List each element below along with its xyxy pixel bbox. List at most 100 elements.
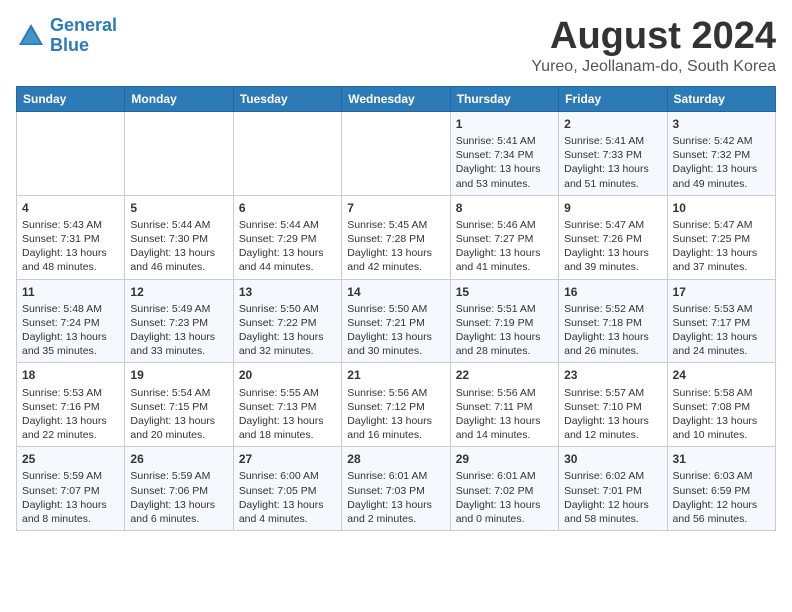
calendar-cell: 30Sunrise: 6:02 AMSunset: 7:01 PMDayligh…	[559, 447, 667, 531]
calendar-cell: 18 Sunrise: 5:53 AMSunset: 7:16 PMDayligh…	[17, 363, 125, 447]
calendar-week-row: 25Sunrise: 5:59 AMSunset: 7:07 PMDayligh…	[17, 447, 776, 531]
logo-icon	[16, 21, 46, 51]
day-info: Daylight: 13 hours	[673, 246, 770, 260]
day-info: Sunrise: 5:41 AM	[564, 134, 661, 148]
calendar-cell: 6Sunrise: 5:44 AMSunset: 7:29 PMDaylight…	[233, 195, 341, 279]
calendar-cell: 15Sunrise: 5:51 AMSunset: 7:19 PMDayligh…	[450, 279, 558, 363]
day-number: 14	[347, 284, 444, 300]
day-info: and 53 minutes.	[456, 177, 553, 191]
day-info: and 14 minutes.	[456, 428, 553, 442]
day-info: and 46 minutes.	[130, 260, 227, 274]
day-info: Daylight: 13 hours	[347, 414, 444, 428]
day-info: and 33 minutes.	[130, 344, 227, 358]
day-number: 29	[456, 451, 553, 467]
day-info: Daylight: 13 hours	[564, 414, 661, 428]
day-info: Daylight: 12 hours	[673, 498, 770, 512]
calendar-cell	[17, 111, 125, 195]
day-info: Daylight: 13 hours	[673, 330, 770, 344]
calendar-week-row: 4Sunrise: 5:43 AMSunset: 7:31 PMDaylight…	[17, 195, 776, 279]
day-info: Sunrise: 5:52 AM	[564, 302, 661, 316]
day-info: and 4 minutes.	[239, 512, 336, 526]
calendar-cell: 16Sunrise: 5:52 AMSunset: 7:18 PMDayligh…	[559, 279, 667, 363]
calendar-cell: 5Sunrise: 5:44 AMSunset: 7:30 PMDaylight…	[125, 195, 233, 279]
day-info: Sunrise: 5:51 AM	[456, 302, 553, 316]
day-info: Sunrise: 5:47 AM	[673, 218, 770, 232]
day-info: and 8 minutes.	[22, 512, 119, 526]
day-info: Daylight: 13 hours	[239, 246, 336, 260]
day-number: 28	[347, 451, 444, 467]
day-info: Sunrise: 5:48 AM	[22, 302, 119, 316]
day-info: Sunset: 7:22 PM	[239, 316, 336, 330]
day-number: 3	[673, 116, 770, 132]
day-info: Daylight: 13 hours	[130, 414, 227, 428]
day-info: and 49 minutes.	[673, 177, 770, 191]
weekday-header-tuesday: Tuesday	[233, 86, 341, 111]
day-number: 31	[673, 451, 770, 467]
day-info: Daylight: 13 hours	[239, 414, 336, 428]
day-info: Sunset: 7:16 PM	[22, 400, 119, 414]
day-info: Sunset: 7:02 PM	[456, 484, 553, 498]
calendar-cell: 14Sunrise: 5:50 AMSunset: 7:21 PMDayligh…	[342, 279, 450, 363]
day-info: Sunset: 7:30 PM	[130, 232, 227, 246]
day-info: Sunrise: 5:46 AM	[456, 218, 553, 232]
day-info: Daylight: 13 hours	[564, 330, 661, 344]
day-info: Sunset: 7:19 PM	[456, 316, 553, 330]
calendar-cell: 25Sunrise: 5:59 AMSunset: 7:07 PMDayligh…	[17, 447, 125, 531]
calendar-cell: 21Sunrise: 5:56 AMSunset: 7:12 PMDayligh…	[342, 363, 450, 447]
day-info: Sunset: 7:08 PM	[673, 400, 770, 414]
main-title: August 2024	[531, 16, 776, 58]
calendar-cell: 17Sunrise: 5:53 AMSunset: 7:17 PMDayligh…	[667, 279, 775, 363]
day-info: Sunset: 7:23 PM	[130, 316, 227, 330]
day-info: and 16 minutes.	[347, 428, 444, 442]
day-info: Sunrise: 6:03 AM	[673, 469, 770, 483]
calendar-cell	[342, 111, 450, 195]
day-info: and 10 minutes.	[673, 428, 770, 442]
day-info: and 48 minutes.	[22, 260, 119, 274]
day-info: Daylight: 13 hours	[456, 414, 553, 428]
day-info: and 35 minutes.	[22, 344, 119, 358]
calendar-cell: 26Sunrise: 5:59 AMSunset: 7:06 PMDayligh…	[125, 447, 233, 531]
weekday-header-row: SundayMondayTuesdayWednesdayThursdayFrid…	[17, 86, 776, 111]
logo-line1: General	[50, 15, 117, 35]
calendar-cell: 11Sunrise: 5:48 AMSunset: 7:24 PMDayligh…	[17, 279, 125, 363]
day-info: Sunrise: 6:02 AM	[564, 469, 661, 483]
day-info: Daylight: 13 hours	[22, 414, 119, 428]
day-info: Daylight: 13 hours	[239, 330, 336, 344]
day-info: Sunrise: 5:47 AM	[564, 218, 661, 232]
day-info: Daylight: 13 hours	[22, 246, 119, 260]
calendar-cell: 4Sunrise: 5:43 AMSunset: 7:31 PMDaylight…	[17, 195, 125, 279]
day-info: Sunrise: 5:43 AM	[22, 218, 119, 232]
calendar-body: 1Sunrise: 5:41 AMSunset: 7:34 PMDaylight…	[17, 111, 776, 530]
day-number: 15	[456, 284, 553, 300]
day-number: 11	[22, 284, 119, 300]
day-info: and 58 minutes.	[564, 512, 661, 526]
day-info: Sunrise: 5:56 AM	[347, 386, 444, 400]
calendar-week-row: 1Sunrise: 5:41 AMSunset: 7:34 PMDaylight…	[17, 111, 776, 195]
logo-line2: Blue	[50, 35, 89, 55]
logo-text: General Blue	[50, 16, 117, 56]
day-number: 18	[22, 367, 119, 383]
day-info: and 6 minutes.	[130, 512, 227, 526]
day-info: Sunrise: 5:42 AM	[673, 134, 770, 148]
calendar-cell: 8Sunrise: 5:46 AMSunset: 7:27 PMDaylight…	[450, 195, 558, 279]
day-info: Sunrise: 5:53 AM	[22, 386, 119, 400]
day-info: Sunset: 7:28 PM	[347, 232, 444, 246]
day-info: and 20 minutes.	[130, 428, 227, 442]
day-info: Sunrise: 5:56 AM	[456, 386, 553, 400]
day-info: Sunset: 7:27 PM	[456, 232, 553, 246]
day-number: 16	[564, 284, 661, 300]
day-info: and 24 minutes.	[673, 344, 770, 358]
day-info: Sunset: 7:06 PM	[130, 484, 227, 498]
day-info: Daylight: 13 hours	[347, 498, 444, 512]
day-info: Daylight: 13 hours	[673, 162, 770, 176]
calendar-cell: 9Sunrise: 5:47 AMSunset: 7:26 PMDaylight…	[559, 195, 667, 279]
day-info: and 44 minutes.	[239, 260, 336, 274]
day-info: Sunrise: 5:44 AM	[239, 218, 336, 232]
day-number: 4	[22, 200, 119, 216]
day-info: Sunset: 7:15 PM	[130, 400, 227, 414]
day-number: 1	[456, 116, 553, 132]
day-info: and 0 minutes.	[456, 512, 553, 526]
day-info: Sunset: 6:59 PM	[673, 484, 770, 498]
day-info: and 41 minutes.	[456, 260, 553, 274]
day-number: 24	[673, 367, 770, 383]
